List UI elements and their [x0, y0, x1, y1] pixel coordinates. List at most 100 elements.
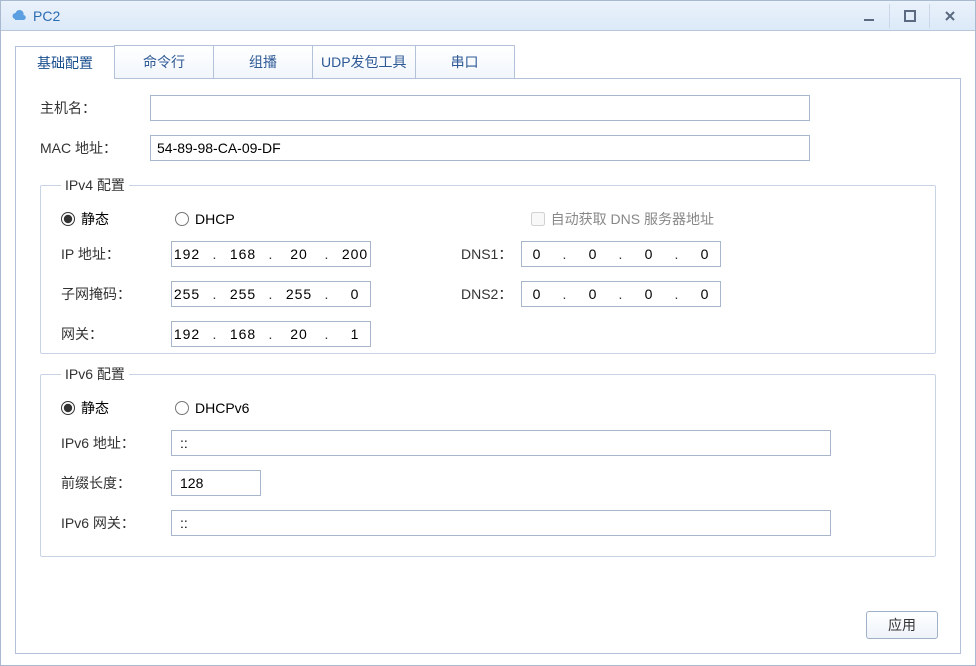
ipv6-prefix-row: 前缀长度： — [61, 470, 915, 496]
tab-label: 组播 — [249, 54, 277, 70]
dot-sep: . — [551, 286, 579, 302]
ipv4-group: IPv4 配置 静态 DHCP 自动获取 DNS 服务器地址 — [40, 175, 936, 354]
ip-label: IP 地址： — [61, 244, 171, 264]
radio-label: DHCP — [195, 211, 235, 227]
ip-octet: 0 — [579, 246, 607, 262]
dot-sep: . — [663, 286, 691, 302]
dot-sep: . — [201, 286, 229, 302]
minimize-button[interactable] — [849, 4, 889, 28]
ipv6-mode-row: 静态 DHCPv6 — [61, 398, 915, 418]
ipv4-mode-row: 静态 DHCP 自动获取 DNS 服务器地址 — [61, 209, 915, 229]
ipv6-gw-row: IPv6 网关： — [61, 510, 915, 536]
ipv6-static-radio[interactable]: 静态 — [61, 398, 109, 418]
ipv6-dhcpv6-radio[interactable]: DHCPv6 — [175, 400, 249, 416]
client-area: 基础配置 命令行 组播 UDP发包工具 串口 主机名： MAC 地址： IPv4… — [1, 31, 975, 665]
radio-label: 静态 — [81, 209, 109, 229]
maximize-button[interactable] — [889, 4, 929, 28]
dot-sep: . — [257, 246, 285, 262]
ip-octet: 255 — [173, 286, 201, 302]
dns2-label: DNS2： — [461, 284, 521, 304]
ip-input[interactable]: 192. 168. 20. 200 — [171, 241, 371, 267]
checkbox-label: 自动获取 DNS 服务器地址 — [551, 209, 714, 229]
ip-octet: 168 — [229, 246, 257, 262]
ipv6-group: IPv6 配置 静态 DHCPv6 IPv6 地址： — [40, 364, 936, 557]
tab-serial[interactable]: 串口 — [415, 45, 515, 78]
ip-octet: 200 — [341, 246, 369, 262]
radio-icon[interactable] — [175, 212, 189, 226]
ip-octet: 192 — [173, 326, 201, 342]
hostname-label: 主机名： — [40, 98, 150, 118]
dot-sep: . — [313, 286, 341, 302]
gateway-input[interactable]: 192. 168. 20. 1 — [171, 321, 371, 347]
dot-sep: . — [257, 326, 285, 342]
dot-sep: . — [257, 286, 285, 302]
mask-label: 子网掩码： — [61, 284, 171, 304]
ip-octet: 192 — [173, 246, 201, 262]
ip-octet: 255 — [285, 286, 313, 302]
dns1-input[interactable]: 0. 0. 0. 0 — [521, 241, 721, 267]
apply-button[interactable]: 应用 — [866, 611, 938, 639]
dot-sep: . — [201, 246, 229, 262]
dot-sep: . — [607, 246, 635, 262]
dot-sep: . — [663, 246, 691, 262]
tab-udp-tool[interactable]: UDP发包工具 — [312, 45, 416, 78]
cloud-icon — [11, 8, 27, 24]
ipv6-addr-label: IPv6 地址： — [61, 433, 171, 453]
mac-row: MAC 地址： — [40, 135, 936, 161]
ipv6-prefix-label: 前缀长度： — [61, 473, 171, 493]
ip-octet: 20 — [285, 246, 313, 262]
tab-multicast[interactable]: 组播 — [213, 45, 313, 78]
ipv4-legend: IPv4 配置 — [61, 175, 129, 195]
ip-octet: 0 — [635, 246, 663, 262]
ipv6-legend: IPv6 配置 — [61, 364, 129, 384]
panel-basic-config: 主机名： MAC 地址： IPv4 配置 静态 DHCP — [15, 79, 961, 654]
dns2-input[interactable]: 0. 0. 0. 0 — [521, 281, 721, 307]
window-controls — [849, 4, 969, 28]
tab-label: UDP发包工具 — [321, 54, 407, 70]
ipv6-addr-row: IPv6 地址： — [61, 430, 915, 456]
tab-bar: 基础配置 命令行 组播 UDP发包工具 串口 — [15, 45, 961, 79]
hostname-input[interactable] — [150, 95, 810, 121]
dns1-label: DNS1： — [461, 244, 521, 264]
ip-octet: 168 — [229, 326, 257, 342]
titlebar: PC2 — [1, 1, 975, 31]
button-label: 应用 — [888, 617, 916, 633]
dot-sep: . — [551, 246, 579, 262]
dot-sep: . — [313, 246, 341, 262]
ipv4-dhcp-radio[interactable]: DHCP — [175, 211, 235, 227]
window-title: PC2 — [33, 8, 849, 24]
radio-icon[interactable] — [61, 401, 75, 415]
ipv4-grid: IP 地址： 192. 168. 20. 200 DNS1： 0. 0. 0. … — [61, 241, 915, 347]
checkbox-icon — [531, 212, 545, 226]
radio-icon[interactable] — [61, 212, 75, 226]
ip-octet: 20 — [285, 326, 313, 342]
ipv4-static-radio[interactable]: 静态 — [61, 209, 109, 229]
dot-sep: . — [607, 286, 635, 302]
radio-icon[interactable] — [175, 401, 189, 415]
radio-label: 静态 — [81, 398, 109, 418]
tab-cli[interactable]: 命令行 — [114, 45, 214, 78]
gateway-label: 网关： — [61, 324, 171, 344]
ip-octet: 0 — [579, 286, 607, 302]
mask-input[interactable]: 255. 255. 255. 0 — [171, 281, 371, 307]
app-window: PC2 基础配置 命令行 组播 UDP发包工具 串口 主机名： MAC 地址： — [0, 0, 976, 666]
ip-octet: 0 — [341, 286, 369, 302]
radio-label: DHCPv6 — [195, 400, 249, 416]
tab-basic-config[interactable]: 基础配置 — [15, 46, 115, 79]
ipv6-addr-input[interactable] — [171, 430, 831, 456]
auto-dns-checkbox[interactable]: 自动获取 DNS 服务器地址 — [531, 209, 714, 229]
ip-octet: 0 — [523, 246, 551, 262]
ipv6-gw-input[interactable] — [171, 510, 831, 536]
ipv6-gw-label: IPv6 网关： — [61, 513, 171, 533]
hostname-row: 主机名： — [40, 95, 936, 121]
mac-label: MAC 地址： — [40, 138, 150, 158]
ip-octet: 0 — [523, 286, 551, 302]
tab-label: 串口 — [451, 54, 479, 70]
close-button[interactable] — [929, 4, 969, 28]
tab-label: 命令行 — [143, 54, 185, 70]
ip-octet: 255 — [229, 286, 257, 302]
dot-sep: . — [313, 326, 341, 342]
ipv6-prefix-input[interactable] — [171, 470, 261, 496]
mac-input[interactable] — [150, 135, 810, 161]
ip-octet: 0 — [691, 246, 719, 262]
